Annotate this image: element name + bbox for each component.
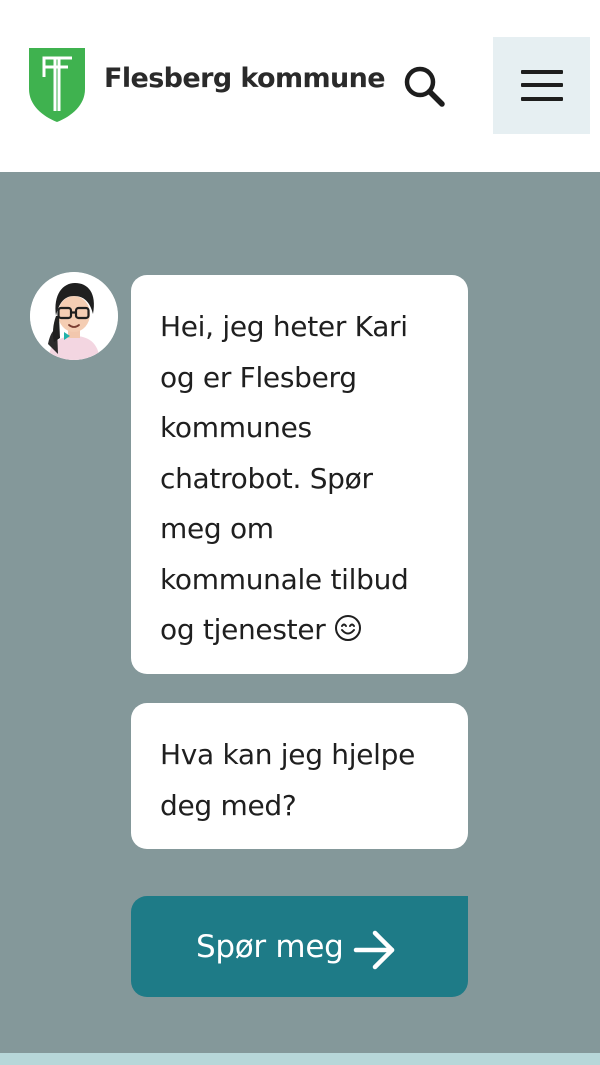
message-line: Hei, jeg heter Kari: [160, 310, 408, 343]
message-line: og tjenester: [160, 613, 326, 646]
search-icon: [404, 66, 445, 107]
flesberg-logo-icon[interactable]: [28, 47, 86, 123]
menu-button[interactable]: [493, 37, 590, 134]
message-line: kommunale tilbud: [160, 562, 409, 596]
message-line: kommunes: [160, 411, 312, 444]
arrow-right-icon: [353, 930, 395, 970]
site-header: Flesberg kommune: [0, 0, 600, 172]
chatbot-panel: Hei, jeg heter Kari og er Flesberg kommu…: [0, 172, 600, 1053]
site-title[interactable]: Flesberg kommune: [104, 63, 386, 94]
message-line: meg om: [160, 512, 274, 545]
smiling-face-emoji-icon: [335, 615, 362, 641]
chatbot-message-bubble: Hva kan jeg hjelpe deg med?: [131, 703, 468, 849]
message-line: og er Flesberg: [160, 360, 357, 394]
ask-me-button[interactable]: Spør meg: [131, 896, 468, 997]
footer-strip: [0, 1053, 600, 1065]
message-line-with-emoji: og tjenester: [160, 605, 444, 656]
message-line: chatrobot. Spør: [160, 461, 373, 495]
message-line: deg med?: [160, 788, 297, 822]
message-line: Hva kan jeg hjelpe: [160, 738, 416, 771]
chatbot-kari-avatar-icon: [30, 272, 118, 360]
chatbot-message-bubble: Hei, jeg heter Kari og er Flesberg kommu…: [131, 275, 468, 674]
search-button[interactable]: [398, 60, 450, 112]
ask-me-button-label: Spør meg: [196, 929, 344, 965]
chatbot-avatar: [30, 272, 118, 360]
